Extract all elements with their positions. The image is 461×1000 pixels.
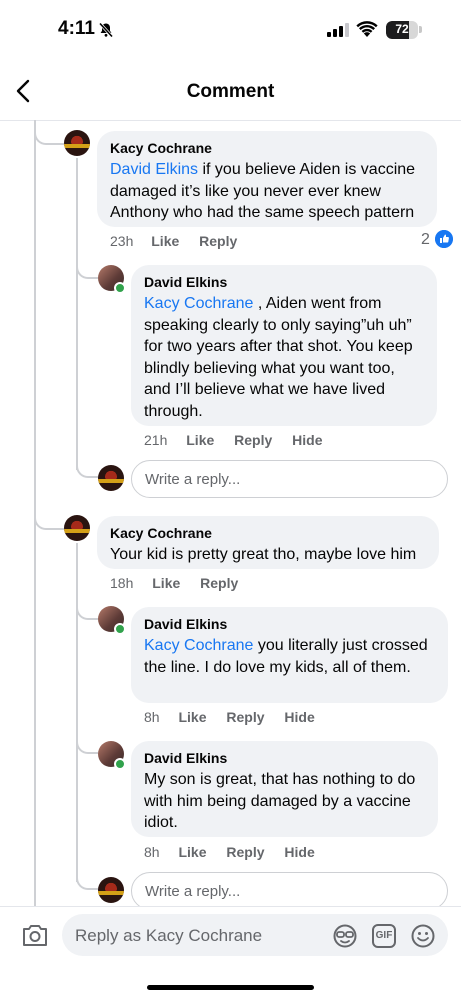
avatar[interactable] (64, 515, 90, 541)
gif-label: GIF (375, 930, 393, 941)
home-indicator (147, 985, 314, 990)
thread-branch (34, 120, 64, 145)
gif-icon[interactable]: GIF (372, 924, 396, 948)
comment-actions: 21h Like Reply Hide (144, 432, 323, 448)
thread-line-reply (76, 543, 78, 882)
comment-text: My son is great, that has nothing to do … (144, 771, 416, 831)
avatar[interactable] (64, 130, 90, 156)
online-indicator (114, 623, 126, 635)
comment-bubble: David Elkins My son is great, that has n… (131, 741, 438, 837)
comment-text: Kacy Cochrane , Aiden went from speaking… (144, 295, 413, 420)
comment-actions: 8h Like Reply Hide (144, 709, 315, 725)
write-reply-input[interactable]: Write a reply... (131, 460, 448, 498)
page-title: Comment (186, 81, 275, 102)
online-indicator (114, 282, 126, 294)
battery-level: 72 (395, 22, 409, 36)
composer-divider (0, 906, 461, 907)
thread-branch (34, 505, 64, 530)
header-divider (0, 120, 461, 121)
composer-placeholder: Reply as Kacy Cochrane (75, 926, 263, 945)
thread-branch (76, 255, 98, 279)
mention-link[interactable]: David Elkins (110, 161, 198, 178)
like-button[interactable]: Like (152, 575, 180, 591)
like-icon (435, 230, 453, 248)
comment-text: David Elkins if you believe Aiden is vac… (110, 161, 416, 221)
thread-line-reply (76, 158, 78, 470)
thread-branch (76, 730, 98, 754)
avatar (98, 465, 124, 491)
like-button[interactable]: Like (186, 432, 214, 448)
comment-author[interactable]: Kacy Cochrane (110, 524, 427, 542)
camera-icon[interactable] (21, 922, 49, 948)
comment-bubble: Kacy Cochrane David Elkins if you believ… (97, 131, 437, 227)
status-time: 4:11 (58, 18, 95, 39)
reply-button[interactable]: Reply (226, 709, 264, 725)
comment-author[interactable]: David Elkins (144, 749, 426, 767)
comment-time: 18h (110, 575, 134, 591)
comment-time: 21h (144, 432, 168, 448)
wifi-icon (356, 21, 378, 37)
battery-icon: 72 (386, 21, 418, 39)
mention-link[interactable]: Kacy Cochrane (144, 295, 253, 312)
emoji-icon[interactable] (410, 923, 436, 949)
comment-text: Kacy Cochrane you literally just crossed… (144, 637, 428, 676)
thread-branch (76, 454, 98, 478)
comment-time: 8h (144, 844, 160, 860)
comment-author[interactable]: David Elkins (144, 273, 425, 291)
signal-icon (327, 23, 349, 37)
write-reply-input[interactable]: Write a reply... (131, 872, 448, 910)
reaction-count[interactable]: 2 (421, 231, 430, 249)
like-button[interactable]: Like (178, 709, 206, 725)
bell-slash-icon (98, 22, 114, 38)
comment-time: 8h (144, 709, 160, 725)
online-indicator (114, 758, 126, 770)
avatar-sticker-icon[interactable] (332, 923, 358, 949)
comment-text: Your kid is pretty great tho, maybe love… (110, 546, 417, 563)
comment-author[interactable]: Kacy Cochrane (110, 139, 425, 157)
comment-author[interactable]: David Elkins (144, 615, 436, 633)
thread-branch (76, 866, 98, 890)
comment-time: 23h (110, 233, 134, 249)
reply-button[interactable]: Reply (200, 575, 238, 591)
like-button[interactable]: Like (151, 233, 179, 249)
comment-actions: 18h Like Reply (110, 575, 238, 591)
like-button[interactable]: Like (178, 844, 206, 860)
comment-actions: 8h Like Reply Hide (144, 844, 315, 860)
avatar (98, 877, 124, 903)
hide-button[interactable]: Hide (292, 432, 322, 448)
comment-bubble: David Elkins Kacy Cochrane you literally… (131, 607, 448, 703)
hide-button[interactable]: Hide (284, 709, 314, 725)
reply-button[interactable]: Reply (226, 844, 264, 860)
battery-cap (419, 26, 422, 33)
thread-branch (76, 596, 98, 620)
comment-actions: 23h Like Reply (110, 233, 237, 249)
reply-button[interactable]: Reply (234, 432, 272, 448)
comment-bubble: David Elkins Kacy Cochrane , Aiden went … (131, 265, 437, 426)
comment-bubble: Kacy Cochrane Your kid is pretty great t… (97, 516, 439, 569)
mention-link[interactable]: Kacy Cochrane (144, 637, 253, 654)
reply-button[interactable]: Reply (199, 233, 237, 249)
hide-button[interactable]: Hide (284, 844, 314, 860)
